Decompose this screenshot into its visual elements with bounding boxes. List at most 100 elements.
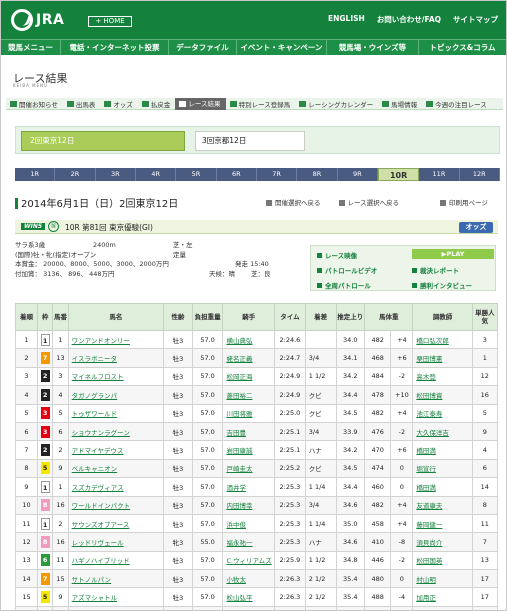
cell-trainer[interactable]: 高木登	[412, 366, 473, 387]
cell-sex-age: 牡3	[163, 329, 193, 350]
race-tab-9r[interactable]: 9R	[338, 168, 378, 181]
cell-trainer[interactable]: 池江泰寿	[412, 605, 473, 610]
cell-jockey[interactable]: 小牧太	[222, 569, 276, 589]
race-tab-11r[interactable]: 11R	[419, 168, 460, 181]
cell-trainer[interactable]: 藤岡健一	[412, 513, 473, 534]
sitemap-link[interactable]: サイトマップ	[453, 14, 498, 25]
race-video-link[interactable]: レース映像	[317, 250, 357, 260]
cell-horse[interactable]: ワールドインパクト	[67, 495, 165, 515]
cell-jockey[interactable]: 戸崎圭太	[222, 458, 276, 479]
cell-trainer[interactable]: 村山明	[412, 569, 473, 589]
cell-rank: 3	[15, 366, 38, 387]
cell-trainer[interactable]: 松田博資	[412, 385, 473, 405]
cell-trainer[interactable]: 池江泰寿	[412, 403, 473, 423]
jra-logo[interactable]: JRA	[11, 9, 64, 31]
race-tab-6r[interactable]: 6R	[217, 168, 257, 181]
cell-rank: 2	[15, 348, 38, 368]
cell-jockey[interactable]: 岩田康誠	[222, 440, 276, 460]
race-tab-7r[interactable]: 7R	[257, 168, 298, 181]
cell-waku: 8	[36, 495, 54, 515]
cell-horse[interactable]: サウンズオブアース	[67, 513, 165, 534]
cell-horse[interactable]: アズマシャトル	[67, 587, 165, 607]
cell-trainer[interactable]: 橋田満	[412, 440, 473, 460]
cell-horse[interactable]: ショウナンラグーン	[67, 421, 165, 442]
subnav-item-special-reg[interactable]: 特別レース登録馬	[226, 99, 296, 109]
course-tab-tokyo[interactable]: 2回東京12日	[21, 131, 185, 151]
gnav-item-topics[interactable]: トピックス&コラム	[419, 40, 506, 55]
cell-trainer[interactable]: 栗田博憲	[412, 348, 473, 368]
cell-trainer[interactable]: 松田国英	[412, 550, 473, 571]
cell-weight-diff: +6	[390, 348, 414, 368]
cell-jockey[interactable]: 松山弘平	[222, 587, 276, 607]
cell-jockey[interactable]: 菱田裕二	[222, 385, 276, 405]
cell-jockey[interactable]: 武豊	[222, 605, 276, 610]
play-button[interactable]: ▶PLAY	[412, 249, 494, 259]
cell-horse[interactable]: ベルキャニオン	[67, 458, 165, 479]
cell-jockey[interactable]: 浜中俊	[222, 513, 276, 534]
subnav-item-payout[interactable]: 払戻金	[138, 99, 176, 109]
table-row: 9 1 1 スズカデヴィアス 牡3 57.0 酒井学 2:25.3 1 1/4 34.4 460 0 橋…	[15, 477, 499, 497]
subnav-item-info[interactable]: 開催お知らせ	[6, 99, 63, 109]
cell-horse[interactable]: ワンアンドオンリー	[67, 329, 165, 350]
cell-horse[interactable]: タガノグランパ	[67, 385, 165, 405]
cell-trainer[interactable]: 橋田満	[412, 477, 473, 497]
subnav-item-results[interactable]: レース結果	[175, 97, 226, 110]
cell-horse[interactable]: スズカデヴィアス	[67, 477, 165, 497]
cell-trainer[interactable]: 須貝尚介	[412, 532, 473, 552]
race-tab-3r[interactable]: 3R	[96, 168, 136, 181]
subnav-item-calendar[interactable]: レーシングカレンダー	[295, 99, 378, 109]
subnav-item-featured[interactable]: 今週の注目レース	[422, 99, 492, 109]
cell-trainer[interactable]: 友道康夫	[412, 495, 473, 515]
cell-jockey[interactable]: 吉田豊	[222, 421, 276, 442]
subnav-item-entries[interactable]: 出馬表	[63, 99, 101, 109]
cell-jockey[interactable]: 福永祐一	[222, 532, 276, 552]
cell-body-weight: 446	[364, 550, 392, 571]
race-tab-10r[interactable]: 10R	[377, 168, 420, 181]
cell-jockey[interactable]: 内田博幸	[222, 495, 276, 515]
cell-jockey[interactable]: 蛯名正義	[222, 348, 276, 368]
gnav-item-event[interactable]: イベント・キャンペーン	[237, 40, 327, 55]
cell-horse[interactable]: ハギノハイブリッド	[67, 550, 165, 571]
cell-jockey[interactable]: 横山典弘	[222, 329, 276, 350]
cell-horse[interactable]: アドマイヤデウス	[67, 440, 165, 460]
patrol-video-link[interactable]: パトロールビデオ	[317, 265, 377, 275]
saiketsu-report-link[interactable]: 裁決レポート	[412, 265, 459, 275]
cell-jockey[interactable]: C.ウィリアムズ	[222, 550, 276, 571]
cell-jockey[interactable]: 酒井学	[222, 477, 276, 497]
cell-trainer[interactable]: 加用正	[412, 587, 473, 607]
interview-link[interactable]: 勝利インタビュー	[412, 280, 472, 290]
cell-horse[interactable]: レッドリヴェール	[67, 532, 165, 552]
cell-horse[interactable]: サトノルパン	[67, 569, 165, 589]
cell-trainer[interactable]: 大久保洋吉	[412, 421, 473, 442]
cell-horse[interactable]: マイネルフロスト	[67, 366, 165, 387]
cell-horse[interactable]: トーセンスターダム	[67, 605, 165, 610]
race-tab-5r[interactable]: 5R	[176, 168, 217, 181]
race-tab-4r[interactable]: 4R	[136, 168, 177, 181]
odds-button[interactable]: オッズ	[459, 222, 493, 233]
cell-jockey[interactable]: 松岡正海	[222, 366, 276, 387]
race-tab-1r[interactable]: 1R	[15, 168, 56, 181]
print-link[interactable]: 印刷用ページ	[440, 197, 488, 207]
cell-jockey[interactable]: 川田将雅	[222, 403, 276, 423]
race-tab-12r[interactable]: 12R	[460, 168, 500, 181]
cell-weight: 55.0	[191, 532, 224, 552]
gnav-item-datafile[interactable]: データファイル	[169, 40, 237, 55]
gnav-item-racecourse[interactable]: 競馬場・ウインズ等	[327, 40, 419, 55]
english-link[interactable]: ENGLISH	[328, 14, 365, 25]
subnav-item-odds[interactable]: オッズ	[100, 99, 138, 109]
cell-horse[interactable]: イスラボニータ	[67, 348, 165, 368]
race-tab-8r[interactable]: 8R	[297, 168, 338, 181]
subnav-item-track[interactable]: 馬場情報	[378, 99, 422, 109]
whole-patrol-link[interactable]: 全周パトロール	[317, 280, 371, 290]
home-button[interactable]: + HOME	[88, 16, 132, 27]
gnav-item-vote[interactable]: 電話・インターネット投票	[61, 40, 169, 55]
back-to-meeting-link[interactable]: 開催選択へ戻る	[266, 197, 321, 207]
cell-trainer[interactable]: 橋口弘次郎	[412, 329, 473, 350]
cell-trainer[interactable]: 堀宣行	[412, 458, 473, 479]
gnav-item-keiba-menu[interactable]: 競馬メニュー	[1, 40, 61, 55]
cell-horse[interactable]: トゥザワールド	[67, 403, 165, 423]
faq-link[interactable]: お問い合わせ/FAQ	[377, 14, 441, 25]
back-to-race-link[interactable]: レース選択へ戻る	[338, 197, 399, 207]
course-tab-kyoto[interactable]: 3回京都12日	[195, 131, 305, 151]
race-tab-2r[interactable]: 2R	[55, 168, 96, 181]
